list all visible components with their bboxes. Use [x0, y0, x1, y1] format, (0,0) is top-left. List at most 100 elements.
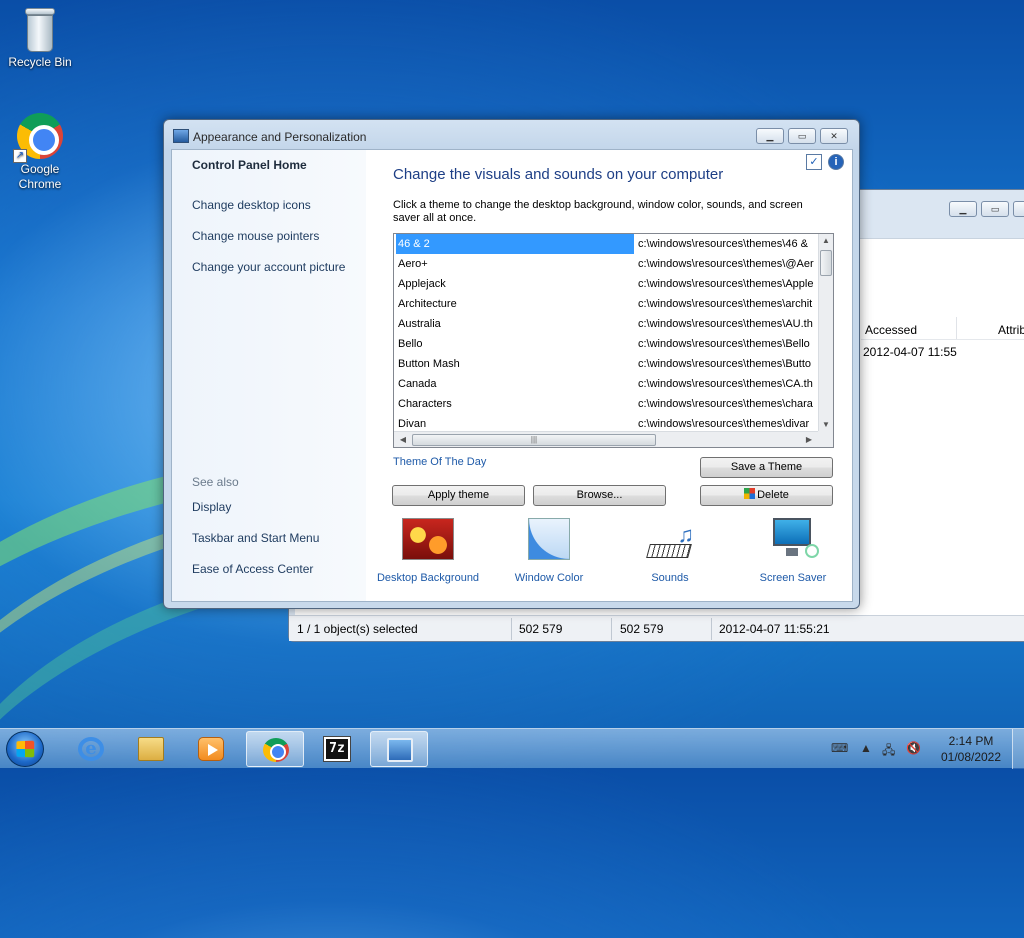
- theme-list[interactable]: 46 & 2 c:\windows\resources\themes\46 & Ae…: [393, 233, 834, 448]
- column-header-attributes[interactable]: Attrib: [998, 317, 1024, 339]
- nav-change-desktop-icons[interactable]: Change desktop icons: [192, 198, 311, 212]
- appearance-personalization-window[interactable]: Appearance and Personalization ▁ ▭ ✕ Con…: [163, 119, 860, 609]
- status-packed-size: 502 579: [620, 622, 664, 636]
- taskbar-media-player[interactable]: [182, 731, 240, 767]
- page-description: Click a theme to change the desktop back…: [393, 199, 803, 224]
- theme-row[interactable]: 46 & 2 c:\windows\resources\themes\46 &: [394, 234, 818, 254]
- maximize-button[interactable]: ▭: [788, 128, 816, 144]
- desktop-icon-label: Recycle Bin: [8, 55, 72, 69]
- tile-window-color[interactable]: Window Color: [488, 518, 610, 584]
- theme-row[interactable]: Canada c:\windows\resources\themes\CA.th: [394, 374, 818, 394]
- scroll-thumb[interactable]: |||: [412, 434, 656, 446]
- theme-name: 46 & 2: [396, 234, 634, 254]
- theme-path: c:\windows\resources\themes\Bello: [638, 338, 810, 350]
- navigation-pane: Control Panel Home Change desktop icons …: [172, 150, 366, 601]
- taskbar-7zip[interactable]: 7z: [308, 731, 366, 767]
- sounds-icon: ♫: [644, 518, 696, 560]
- theme-row[interactable]: Architecture c:\windows\resources\themes\…: [394, 294, 818, 314]
- nav-taskbar-start-menu[interactable]: Taskbar and Start Menu: [192, 531, 319, 545]
- vertical-scrollbar[interactable]: ▲ ▼: [818, 234, 833, 431]
- tile-label: Desktop Background: [376, 572, 480, 584]
- theme-name: Australia: [398, 318, 441, 330]
- theme-name: Bello: [398, 338, 423, 350]
- tile-label: Window Color: [514, 572, 584, 584]
- nav-display[interactable]: Display: [192, 500, 231, 514]
- taskbar-internet-explorer[interactable]: e: [62, 731, 120, 767]
- minimize-button[interactable]: ▁: [756, 128, 784, 144]
- apply-theme-button[interactable]: Apply theme: [392, 485, 525, 506]
- checkbox-icon[interactable]: ✓: [806, 154, 822, 170]
- save-theme-button[interactable]: Save a Theme: [700, 457, 833, 478]
- theme-path: c:\windows\resources\themes\AU.th: [638, 318, 813, 330]
- column-header-accessed[interactable]: Accessed: [861, 317, 957, 339]
- maximize-button[interactable]: ▭: [981, 201, 1009, 217]
- delete-button[interactable]: Delete: [700, 485, 833, 506]
- control-panel-icon: [173, 129, 189, 143]
- nav-change-mouse-pointers[interactable]: Change mouse pointers: [192, 229, 319, 243]
- scroll-up-icon[interactable]: ▲: [819, 236, 833, 245]
- windows-explorer-icon: [138, 737, 164, 761]
- theme-name: Characters: [398, 398, 452, 410]
- shortcut-arrow-icon: ↗: [13, 149, 27, 163]
- theme-path: c:\windows\resources\themes\Butto: [638, 358, 812, 370]
- theme-row[interactable]: Australia c:\windows\resources\themes\AU.…: [394, 314, 818, 334]
- minimize-button[interactable]: ▁: [949, 201, 977, 217]
- tray-arrow-icon[interactable]: ▲: [860, 741, 872, 755]
- scroll-left-icon[interactable]: ◀: [396, 435, 410, 444]
- status-modified: 2012-04-07 11:55:21: [719, 622, 830, 636]
- theme-path: c:\windows\resources\themes\CA.th: [638, 378, 813, 390]
- page-title: Change the visuals and sounds on your co…: [393, 166, 724, 183]
- status-size: 502 579: [519, 622, 563, 636]
- status-selection: 1 / 1 object(s) selected: [297, 622, 418, 636]
- taskbar: e 7z ⌨ ▲ 🖧 🔇 2:14 PM 01/08/2022: [0, 728, 1024, 769]
- clock-time: 2:14 PM: [948, 734, 994, 748]
- volume-muted-icon[interactable]: 🔇: [906, 741, 921, 755]
- start-button[interactable]: [6, 731, 44, 767]
- theme-row[interactable]: Button Mash c:\windows\resources\themes\B…: [394, 354, 818, 374]
- theme-row[interactable]: Characters c:\windows\resources\themes\ch…: [394, 394, 818, 414]
- taskbar-windows-explorer[interactable]: [122, 731, 180, 767]
- show-desktop-button[interactable]: [1012, 729, 1024, 769]
- theme-of-the-day-link[interactable]: Theme Of The Day: [393, 456, 486, 468]
- info-icon[interactable]: i: [828, 154, 844, 170]
- media-player-icon: [198, 737, 224, 761]
- scroll-thumb[interactable]: [820, 250, 832, 276]
- tile-desktop-background[interactable]: Desktop Background: [367, 518, 489, 584]
- theme-path: c:\windows\resources\themes\archit: [638, 298, 813, 310]
- theme-name: Canada: [398, 378, 437, 390]
- internet-explorer-icon: e: [78, 737, 104, 761]
- browse-button[interactable]: Browse...: [533, 485, 666, 506]
- theme-name: Button Mash: [398, 358, 460, 370]
- scroll-right-icon[interactable]: ▶: [802, 435, 816, 444]
- nav-change-account-picture[interactable]: Change your account picture: [192, 260, 345, 274]
- theme-name: Applejack: [398, 278, 446, 290]
- desktop-icon-recycle-bin[interactable]: Recycle Bin: [0, 8, 80, 70]
- nav-ease-of-access[interactable]: Ease of Access Center: [192, 562, 313, 576]
- desktop-background-icon: [402, 518, 454, 560]
- desktop-icon-chrome[interactable]: ↗ Google Chrome: [0, 113, 80, 192]
- scroll-down-icon[interactable]: ▼: [819, 420, 833, 429]
- theme-path: c:\windows\resources\themes\Apple: [638, 278, 814, 290]
- horizontal-scrollbar[interactable]: ◀ ||| ▶: [394, 431, 818, 447]
- theme-row[interactable]: Applejack c:\windows\resources\themes\App…: [394, 274, 818, 294]
- delete-icon: [744, 488, 756, 499]
- keyboard-icon[interactable]: ⌨: [831, 741, 848, 755]
- close-button[interactable]: ✕: [820, 128, 848, 144]
- theme-row[interactable]: Aero+ c:\windows\resources\themes\@Aer: [394, 254, 818, 274]
- window-title: Appearance and Personalization: [193, 130, 367, 144]
- theme-path: c:\windows\resources\themes\chara: [638, 398, 813, 410]
- taskbar-chrome[interactable]: [246, 731, 304, 767]
- tile-sounds[interactable]: ♫ Sounds: [609, 518, 731, 584]
- recycle-bin-icon: [23, 8, 57, 52]
- delete-label: Delete: [757, 489, 789, 501]
- see-also-label: See also: [192, 475, 239, 489]
- nav-control-panel-home[interactable]: Control Panel Home: [192, 158, 307, 172]
- taskbar-control-panel[interactable]: [370, 731, 428, 767]
- accessed-value: 2012-04-07 11:55: [863, 345, 957, 359]
- close-button[interactable]: ✕: [1013, 201, 1024, 217]
- network-icon[interactable]: 🖧: [882, 741, 895, 762]
- clock[interactable]: 2:14 PM 01/08/2022: [936, 733, 1006, 765]
- tile-screen-saver[interactable]: Screen Saver: [732, 518, 854, 584]
- theme-row[interactable]: Bello c:\windows\resources\themes\Bello: [394, 334, 818, 354]
- divider: [861, 339, 1024, 340]
